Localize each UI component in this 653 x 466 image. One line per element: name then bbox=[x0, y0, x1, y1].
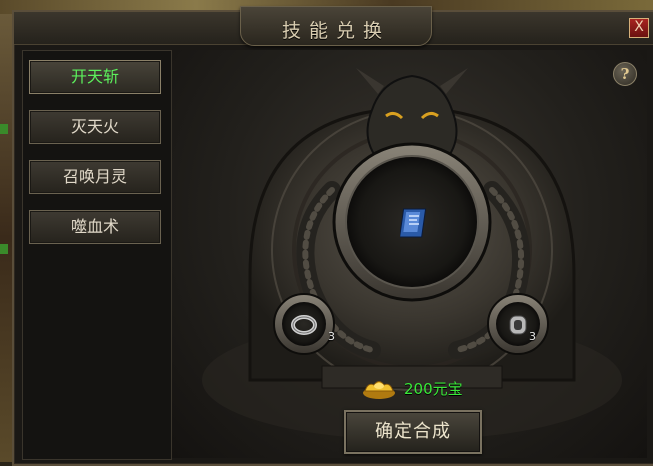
cost-amount: 200元宝 bbox=[404, 379, 463, 398]
close-icon: X bbox=[634, 19, 644, 35]
cost-display: 200元宝 bbox=[362, 374, 463, 402]
confirm-synthesis-button[interactable]: 确定合成 bbox=[344, 410, 482, 454]
close-button[interactable]: X bbox=[629, 18, 649, 38]
silver-bracelet-icon[interactable] bbox=[504, 312, 532, 338]
material-count-left: 3 bbox=[328, 330, 335, 343]
skill-item-kaitianzhan[interactable]: 开天斩 bbox=[29, 60, 161, 94]
synthesis-panel: 3 3 ? 200元宝 确定合成 bbox=[172, 50, 647, 458]
window-title: 技能兑换 bbox=[281, 20, 390, 42]
help-button[interactable]: ? bbox=[613, 62, 637, 86]
material-count-right: 3 bbox=[529, 330, 536, 343]
skill-book-icon[interactable] bbox=[400, 206, 430, 240]
skill-list: 开天斩 灭天火 召唤月灵 噬血术 bbox=[22, 50, 172, 460]
question-icon: ? bbox=[620, 65, 630, 83]
title-plate: 技能兑换 bbox=[240, 6, 432, 46]
skill-exchange-window: 技能兑换 X 开天斩 灭天火 召唤月灵 噬血术 3 3 ? 200元宝 确定合成 bbox=[12, 6, 653, 466]
silver-ring-icon[interactable] bbox=[290, 314, 318, 336]
skill-item-zhaohuanyueling[interactable]: 召唤月灵 bbox=[29, 160, 161, 194]
skill-item-mietianhuo[interactable]: 灭天火 bbox=[29, 110, 161, 144]
skill-item-shixueshu[interactable]: 噬血术 bbox=[29, 210, 161, 244]
titlebar: 技能兑换 X bbox=[14, 6, 653, 46]
gold-ingot-icon bbox=[363, 381, 395, 399]
